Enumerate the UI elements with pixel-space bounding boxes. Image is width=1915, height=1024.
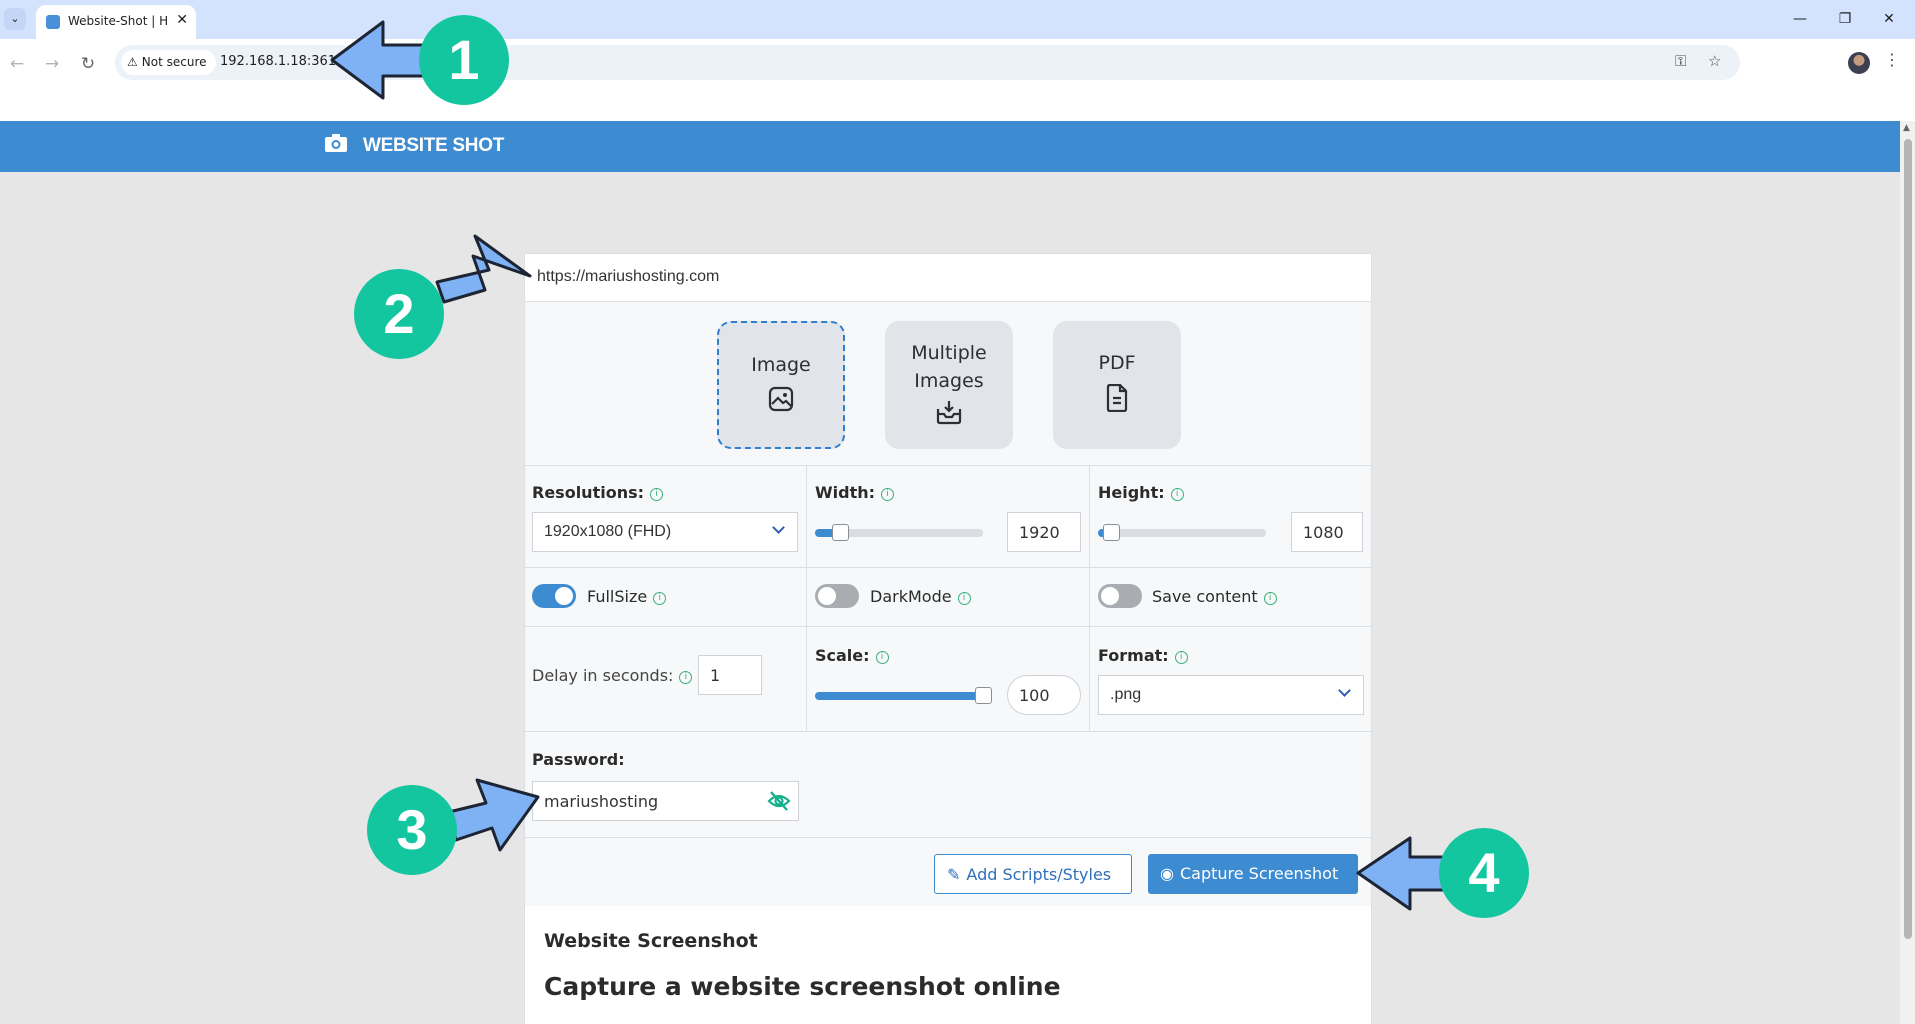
annotation-arrow-4	[1356, 836, 1450, 911]
annotation-callout-3: 3	[367, 785, 457, 875]
annotation-arrow-1	[330, 20, 434, 100]
annotation-arrows	[330, 20, 1450, 911]
annotation-callout-1: 1	[419, 15, 509, 105]
annotation-arrow-2	[435, 234, 532, 304]
annotation-arrow-3	[447, 778, 540, 852]
annotation-callout-4: 4	[1439, 828, 1529, 918]
annotation-callout-2: 2	[354, 269, 444, 359]
